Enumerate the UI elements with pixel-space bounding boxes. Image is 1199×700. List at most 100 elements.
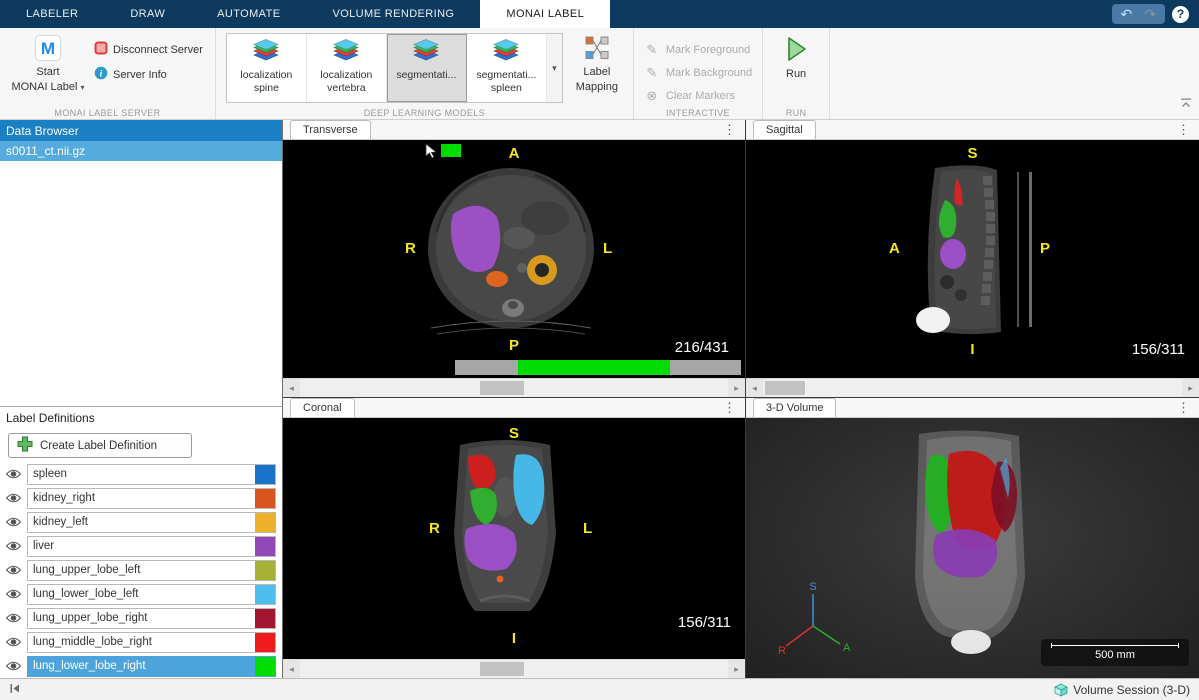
volume-canvas[interactable]: S R A 500 mm [746,418,1199,678]
model-label-line2: spine [253,82,279,95]
visibility-eye-icon[interactable] [0,588,27,600]
label-row-kidney-right[interactable]: kidney_right [0,486,282,510]
disconnect-server-button[interactable]: Disconnect Server [94,41,203,58]
visibility-eye-icon[interactable] [0,612,27,624]
transverse-tab[interactable]: Transverse [290,120,371,139]
transverse-menu-icon[interactable]: ⋮ [714,122,745,138]
section-label-run: RUN [785,108,807,118]
model-segmentation-spleen[interactable]: segmentati... spleen [467,34,547,102]
sagittal-menu-icon[interactable]: ⋮ [1168,122,1199,138]
tab-volume-rendering[interactable]: VOLUME RENDERING [306,0,480,28]
visibility-eye-icon[interactable] [0,636,27,648]
create-label-definition-label: Create Label Definition [40,439,157,452]
volume-menu-icon[interactable]: ⋮ [1168,400,1199,416]
label-row-lung-lower-lobe-right[interactable]: lung_lower_lobe_right [0,654,282,678]
label-color-swatch[interactable] [255,560,275,580]
visibility-eye-icon[interactable] [0,660,27,672]
label-row-liver[interactable]: liver [0,534,282,558]
tab-automate[interactable]: AUTOMATE [191,0,306,28]
visibility-eye-icon[interactable] [0,516,27,528]
label-color-swatch[interactable] [255,584,275,604]
label-row-spleen[interactable]: spleen [0,462,282,486]
label-row-lung-lower-lobe-left[interactable]: lung_lower_lobe_left [0,582,282,606]
orientation-label-superior: S [508,425,520,442]
sagittal-canvas[interactable]: S A P I 156/311 [746,140,1199,378]
start-label-line1: Start [36,66,60,79]
label-mapping-button[interactable]: Label Mapping [571,32,623,105]
transverse-slice-slider[interactable] [455,360,741,375]
scroll-right-icon[interactable]: ▸ [1182,379,1199,397]
transverse-canvas[interactable]: A R L P 216/431 [283,140,745,378]
ribbon-group-monai-server: M Start MONAI Label ▾ Disconnect Server … [0,28,216,119]
help-icon[interactable]: ? [1172,5,1189,23]
mark-foreground-button[interactable]: ✎ Mark Foreground [644,40,752,59]
session-indicator: Volume Session (3-D) [1054,683,1190,697]
collapse-panel-icon[interactable] [9,682,22,698]
model-localization-spine[interactable]: localization spine [227,34,307,102]
server-info-button[interactable]: i Server Info [94,66,203,83]
tab-labeler[interactable]: LABELER [0,0,104,28]
scrollbar-thumb[interactable] [480,381,524,395]
label-color-swatch[interactable] [255,488,275,508]
label-color-swatch[interactable] [255,608,275,628]
mark-background-button[interactable]: ✎ Mark Background [644,63,752,82]
viewport-coronal: Coronal ⋮ S R L I 156/311 ◂ ▸ [283,398,745,678]
coronal-tab[interactable]: Coronal [290,398,355,417]
scroll-right-icon[interactable]: ▸ [728,660,745,678]
tab-draw[interactable]: DRAW [104,0,191,28]
sagittal-tab[interactable]: Sagittal [753,120,816,139]
redo-icon[interactable]: ↷ [1144,6,1156,23]
scroll-left-icon[interactable]: ◂ [283,660,300,678]
orientation-label-posterior: P [508,337,520,354]
label-row-lung-middle-lobe-right[interactable]: lung_middle_lobe_right [0,630,282,654]
visibility-eye-icon[interactable] [0,540,27,552]
volume-tab[interactable]: 3-D Volume [753,398,837,417]
model-localization-vertebra[interactable]: localization vertebra [307,34,387,102]
scrollbar-track[interactable] [763,379,1182,397]
model-label-line1: localization [240,69,293,82]
visibility-eye-icon[interactable] [0,564,27,576]
start-monai-label-button[interactable]: M Start MONAI Label ▾ [10,32,86,105]
label-color-swatch[interactable] [255,464,275,484]
data-browser-item[interactable]: s0011_ct.nii.gz [0,141,282,161]
label-color-swatch[interactable] [255,536,275,556]
label-row-lung-upper-lobe-right[interactable]: lung_upper_lobe_right [0,606,282,630]
scroll-left-icon[interactable]: ◂ [746,379,763,397]
disconnect-label: Disconnect Server [113,43,203,56]
model-label-line2: vertebra [327,82,366,95]
undo-icon[interactable]: ↶ [1121,6,1133,23]
label-row-kidney-left[interactable]: kidney_left [0,510,282,534]
mark-foreground-label: Mark Foreground [665,43,751,56]
clear-markers-button[interactable]: ⊗ Clear Markers [644,86,752,105]
scrollbar-thumb[interactable] [765,381,805,395]
coronal-menu-icon[interactable]: ⋮ [714,400,745,416]
slice-slider-thumb[interactable] [518,360,670,375]
gallery-dropdown-icon[interactable]: ▾ [546,34,562,102]
medical-image-labeler-app: LABELER DRAW AUTOMATE VOLUME RENDERING M… [0,0,1199,700]
volume-tab-strip: 3-D Volume ⋮ [746,398,1199,418]
label-color-swatch[interactable] [255,512,275,532]
create-label-definition-button[interactable]: Create Label Definition [8,433,192,458]
model-segmentation-selected[interactable]: segmentati... [386,34,467,102]
tab-monai-label[interactable]: MONAI LABEL [480,0,611,28]
scroll-left-icon[interactable]: ◂ [283,379,300,397]
visibility-eye-icon[interactable] [0,492,27,504]
volume-cube-icon [1054,683,1069,697]
server-buttons-column: Disconnect Server i Server Info [86,32,205,105]
ribbon-group-models: localization spine localization vertebra… [216,28,634,119]
visibility-eye-icon[interactable] [0,468,27,480]
label-color-swatch[interactable] [255,656,275,676]
ribbon: M Start MONAI Label ▾ Disconnect Server … [0,28,1199,120]
label-name: lung_lower_lobe_right [33,660,146,672]
collapse-ribbon-icon[interactable] [1180,96,1192,114]
coronal-canvas[interactable]: S R L I 156/311 [283,418,745,659]
scrollbar-track[interactable] [300,660,728,678]
model-cube-icon [411,38,441,69]
scrollbar-track[interactable] [300,379,728,397]
label-row-lung-upper-lobe-left[interactable]: lung_upper_lobe_left [0,558,282,582]
label-color-swatch[interactable] [255,632,275,652]
run-button[interactable]: Run [773,32,819,105]
coronal-scrollbar: ◂ ▸ [283,659,745,678]
scroll-right-icon[interactable]: ▸ [728,379,745,397]
scrollbar-thumb[interactable] [480,662,524,676]
